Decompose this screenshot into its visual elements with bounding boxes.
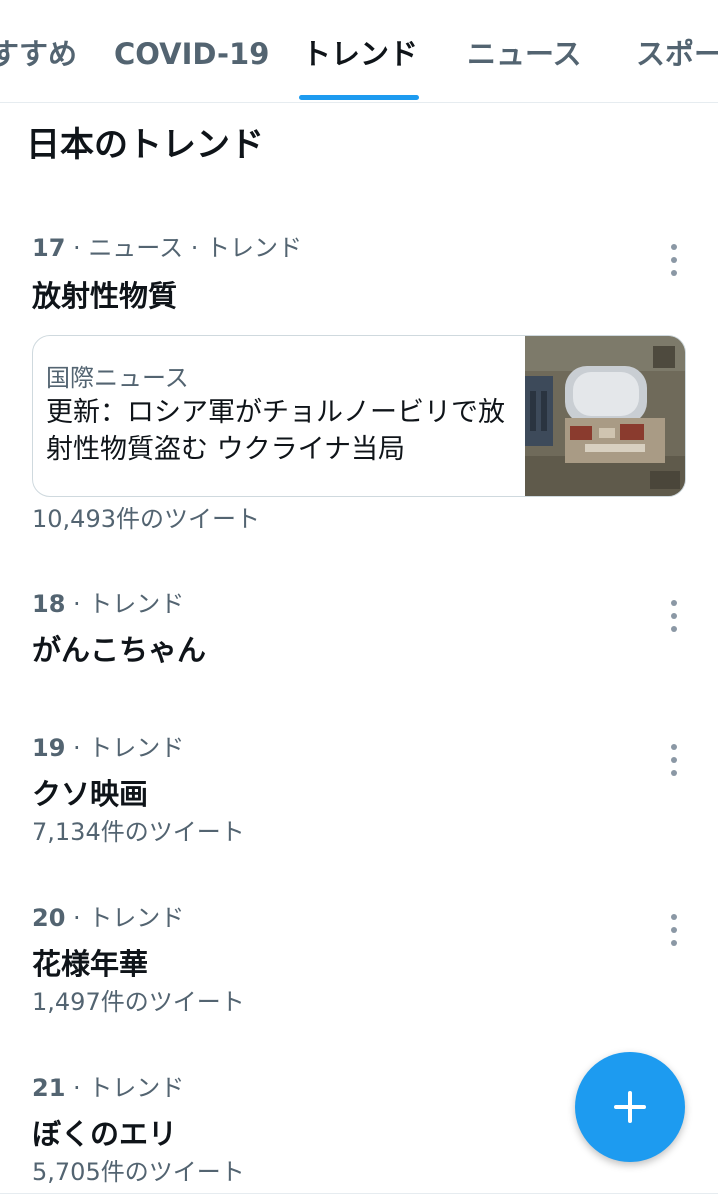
tweet-count: 5,705件のツイート [32, 1158, 245, 1186]
trend-item[interactable]: 18 · トレンド がんこちゃん [32, 588, 692, 688]
divider [0, 1193, 718, 1194]
trend-name: 花様年華 [32, 947, 149, 981]
trend-meta: 20 · トレンド [32, 902, 184, 934]
trend-separator: · [73, 1074, 89, 1102]
news-card[interactable]: 国際ニュース 更新：ロシア軍がチョルノービリで放射性物質盗む ウクライナ当局 [32, 335, 686, 497]
trend-item[interactable]: 20 · トレンド 花様年華 1,497件のツイート [32, 902, 692, 1022]
trend-name: がんこちゃん [32, 633, 207, 667]
trend-name: クソ映画 [32, 777, 149, 811]
tab-covid-19[interactable]: COVID-19 [114, 34, 269, 74]
section-title: 日本のトレンド [26, 125, 264, 165]
trend-item[interactable]: 19 · トレンド クソ映画 7,134件のツイート [32, 732, 692, 852]
trend-rank: 17 [32, 234, 66, 262]
trend-rank: 18 [32, 590, 66, 618]
trend-category: トレンド [88, 590, 185, 618]
plus-icon [614, 1091, 646, 1123]
trend-rank: 19 [32, 734, 66, 762]
tweet-count: 1,497件のツイート [32, 988, 245, 1016]
trend-separator: · [73, 734, 89, 762]
trend-separator: · [73, 590, 89, 618]
trend-name: 放射性物質 [32, 279, 178, 313]
tab-sports[interactable]: スポー [636, 34, 718, 74]
tweet-count: 10,493件のツイート [32, 505, 260, 533]
trend-category: トレンド [88, 904, 185, 932]
tab-recommended[interactable]: すすめ [0, 34, 77, 74]
trend-meta: 17 · ニュース · トレンド [32, 232, 302, 264]
tweet-count: 7,134件のツイート [32, 818, 245, 846]
tab-trending[interactable]: トレンド [302, 34, 418, 74]
trend-category: トレンド [88, 1074, 185, 1102]
trend-meta: 19 · トレンド [32, 732, 184, 764]
trend-separator: · [73, 904, 89, 932]
trend-name: ぼくのエリ [32, 1117, 178, 1151]
more-vertical-icon[interactable] [664, 912, 684, 948]
tab-news[interactable]: ニュース [467, 34, 582, 74]
more-vertical-icon[interactable] [664, 242, 684, 278]
trend-meta: 18 · トレンド [32, 588, 184, 620]
active-tab-indicator [299, 95, 419, 100]
news-source: 国際ニュース [46, 364, 189, 392]
news-thumbnail [525, 336, 685, 496]
more-vertical-icon[interactable] [664, 598, 684, 634]
explore-tabs: すすめ COVID-19 トレンド ニュース スポー [0, 0, 718, 103]
trend-meta: 21 · トレンド [32, 1072, 184, 1104]
trend-separator: · [73, 234, 89, 262]
trend-category: ニュース · トレンド [88, 234, 302, 262]
trend-category: トレンド [88, 734, 185, 762]
trend-rank: 21 [32, 1074, 66, 1102]
news-headline: 更新：ロシア軍がチョルノービリで放射性物質盗む ウクライナ当局 [46, 397, 505, 465]
trend-rank: 20 [32, 904, 66, 932]
more-vertical-icon[interactable] [664, 742, 684, 778]
compose-button[interactable] [575, 1052, 685, 1162]
